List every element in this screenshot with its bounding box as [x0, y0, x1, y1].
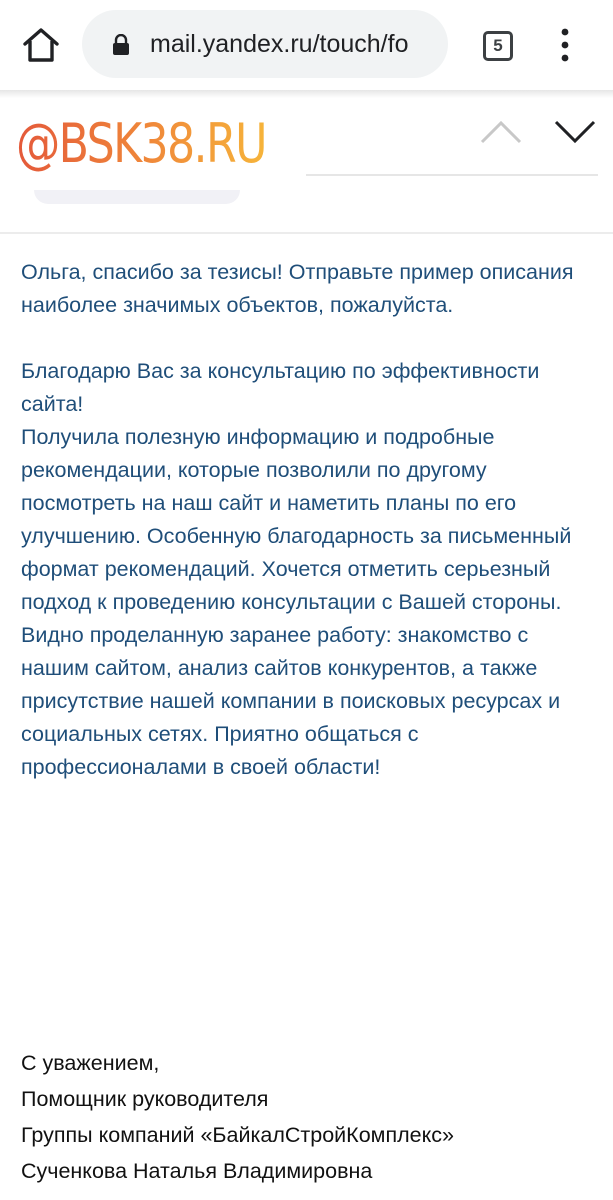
message-paragraph: Получила полезную информацию и подробные… [21, 425, 572, 779]
home-icon[interactable] [20, 24, 62, 66]
signature-line: Помощник руководителя [21, 1087, 269, 1111]
header-divider [0, 232, 613, 234]
watermark: @BSK38.RU [16, 110, 268, 178]
signature: С уважением, Помощник руководителя Групп… [21, 1045, 601, 1189]
mail-header: @BSK38.RU [0, 98, 613, 234]
lock-icon [112, 33, 130, 56]
tab-pill [34, 190, 240, 204]
chevron-up-icon[interactable] [476, 112, 526, 150]
header-underline [306, 174, 598, 176]
message-paragraph: Ольга, спасибо за тезисы! Отправьте прим… [21, 260, 574, 317]
browser-toolbar: mail.yandex.ru/touch/fo 5 [0, 0, 613, 90]
url-bar[interactable]: mail.yandex.ru/touch/fo [82, 10, 448, 78]
signature-line: Группы компаний «БайкалСтройКомплекс» [21, 1123, 454, 1147]
signature-line: Сученкова Наталья Владимировна [21, 1159, 373, 1183]
url-text: mail.yandex.ru/touch/fo [150, 30, 409, 58]
chevron-down-icon[interactable] [550, 112, 600, 150]
signature-line: С уважением, [21, 1051, 160, 1075]
more-vert-icon[interactable] [552, 24, 578, 66]
tabs-icon[interactable]: 5 [480, 28, 514, 62]
message-body: Ольга, спасибо за тезисы! Отправьте прим… [21, 256, 601, 784]
tab-count: 5 [483, 31, 513, 61]
message-paragraph: Благодарю Вас за консультацию по эффекти… [21, 359, 540, 416]
toolbar-shadow [0, 90, 613, 98]
